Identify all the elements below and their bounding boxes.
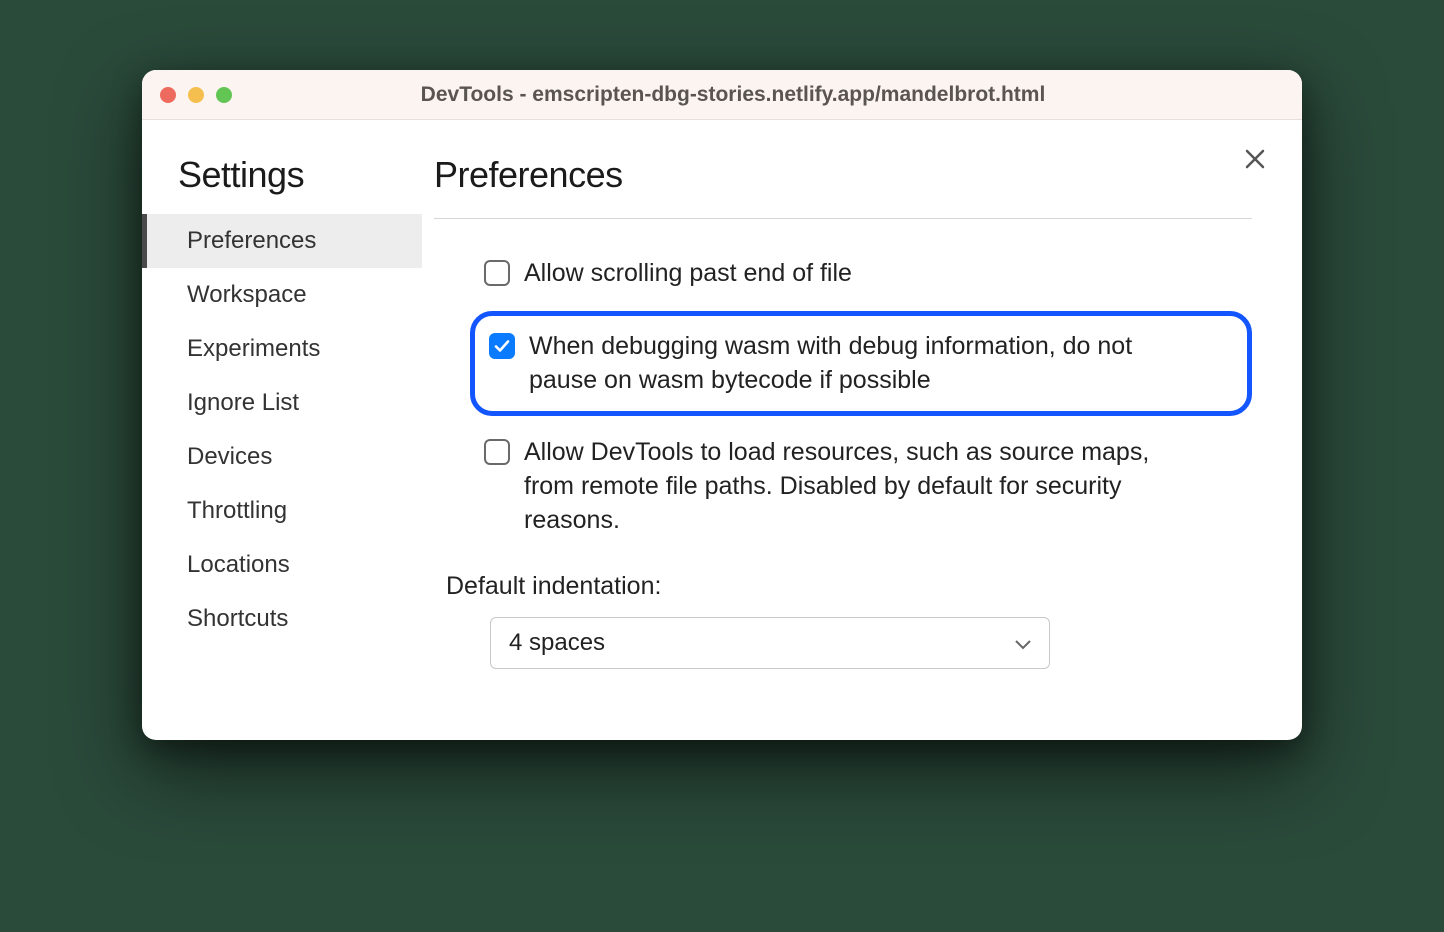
close-icon — [1244, 148, 1266, 170]
preference-label: When debugging wasm with debug informati… — [529, 330, 1169, 398]
preference-checkbox[interactable] — [484, 439, 510, 465]
indentation-value: 4 spaces — [509, 629, 605, 657]
sidebar-item-ignore-list[interactable]: Ignore List — [142, 376, 422, 430]
dropdown-caret-icon — [1015, 629, 1031, 657]
sidebar-item-experiments[interactable]: Experiments — [142, 322, 422, 376]
sidebar-item-workspace[interactable]: Workspace — [142, 268, 422, 322]
preference-option: Allow scrolling past end of file — [474, 247, 1252, 301]
sidebar-item-throttling[interactable]: Throttling — [142, 484, 422, 538]
sidebar-item-shortcuts[interactable]: Shortcuts — [142, 592, 422, 646]
settings-main: Preferences Allow scrolling past end of … — [422, 120, 1302, 740]
window-title: DevTools - emscripten-dbg-stories.netlif… — [182, 83, 1284, 107]
check-icon — [494, 338, 510, 354]
sidebar-item-preferences[interactable]: Preferences — [142, 214, 422, 268]
preference-checkbox[interactable] — [489, 333, 515, 359]
indentation-label: Default indentation: — [446, 572, 1252, 601]
preferences-options: Allow scrolling past end of file When deb… — [434, 247, 1252, 548]
divider — [434, 218, 1252, 219]
preference-label: Allow DevTools to load resources, such a… — [524, 436, 1164, 537]
settings-nav: PreferencesWorkspaceExperimentsIgnore Li… — [142, 214, 422, 646]
preference-option: When debugging wasm with debug informati… — [470, 311, 1252, 417]
settings-content: Settings PreferencesWorkspaceExperiments… — [142, 120, 1302, 740]
window-close-button[interactable] — [160, 87, 176, 103]
sidebar-item-devices[interactable]: Devices — [142, 430, 422, 484]
preference-label: Allow scrolling past end of file — [524, 257, 852, 291]
preference-checkbox[interactable] — [484, 260, 510, 286]
preference-option: Allow DevTools to load resources, such a… — [474, 426, 1252, 547]
devtools-settings-window: DevTools - emscripten-dbg-stories.netlif… — [142, 70, 1302, 740]
window-titlebar: DevTools - emscripten-dbg-stories.netlif… — [142, 70, 1302, 120]
indentation-select[interactable]: 4 spaces — [490, 617, 1050, 669]
page-title: Preferences — [434, 154, 1252, 218]
sidebar-title: Settings — [142, 154, 422, 214]
settings-sidebar: Settings PreferencesWorkspaceExperiments… — [142, 120, 422, 740]
close-settings-button[interactable] — [1238, 142, 1272, 176]
sidebar-item-locations[interactable]: Locations — [142, 538, 422, 592]
